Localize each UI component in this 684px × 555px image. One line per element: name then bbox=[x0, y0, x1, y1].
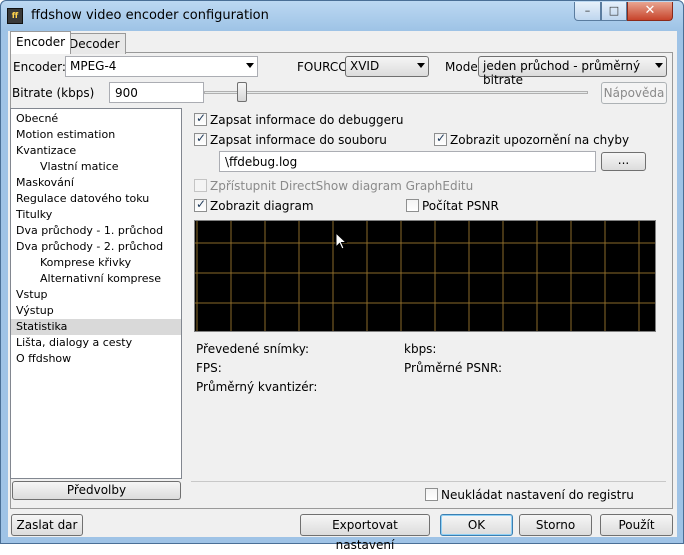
file-log-checkbox[interactable] bbox=[194, 131, 207, 146]
tree-item[interactable]: Kvantizace bbox=[11, 143, 76, 159]
tree-item-label: Kvantizace bbox=[16, 144, 77, 157]
apply-button[interactable]: Použít bbox=[600, 514, 673, 536]
browse-button[interactable]: ... bbox=[601, 152, 646, 171]
tree-item-label: Alternativní komprese bbox=[40, 272, 162, 285]
tree-item-label: Titulky bbox=[16, 208, 53, 221]
avg-psnr-label: Průměrné PSNR: bbox=[404, 361, 503, 375]
tree-item[interactable]: Dva průchody - 1. průchod bbox=[11, 223, 163, 239]
divider bbox=[191, 481, 666, 482]
app-window: ff ffdshow video encoder configuration –… bbox=[0, 0, 684, 552]
no-registry-checkbox[interactable] bbox=[425, 488, 438, 501]
donate-button[interactable]: Zaslat dar bbox=[11, 514, 83, 536]
tree-item-label: Lišta, dialogy a cesty bbox=[16, 336, 133, 349]
maximize-button[interactable]: □ bbox=[601, 2, 627, 21]
settings-tree[interactable]: Obecné Motion estimation Kvantizace Vlastní… bbox=[10, 108, 182, 479]
title-bar[interactable]: ff ffdshow video encoder configuration –… bbox=[1, 1, 683, 31]
encoder-select-value: MPEG-4 bbox=[70, 59, 117, 73]
help-button[interactable]: Nápověda bbox=[601, 82, 667, 104]
tree-item-label: Regulace datového toku bbox=[16, 192, 150, 205]
fps-label: FPS: bbox=[196, 361, 222, 375]
warnings-label: Zobrazit upozornění na chyby bbox=[450, 133, 630, 147]
frames-label: Převedené snímky: bbox=[196, 342, 310, 356]
tree-item-label: Obecné bbox=[16, 112, 59, 125]
tree-item-label: Dva průchody - 1. průchod bbox=[16, 224, 164, 237]
statistics-diagram bbox=[194, 220, 656, 332]
bitrate-slider-thumb[interactable] bbox=[237, 82, 248, 102]
tree-item[interactable]: Regulace datového toku bbox=[11, 191, 149, 207]
tree-item-label: Výstup bbox=[16, 304, 54, 317]
encoder-select[interactable]: MPEG-4 bbox=[65, 56, 258, 77]
tree-item[interactable]: Vstup bbox=[11, 287, 48, 303]
fourcc-select[interactable]: XVID bbox=[345, 56, 429, 77]
debugger-label: Zapsat informace do debuggeru bbox=[210, 113, 404, 127]
tree-item[interactable]: Titulky bbox=[11, 207, 52, 223]
psnr-label: Počítat PSNR bbox=[422, 199, 499, 213]
export-settings-button[interactable]: Exportovat nastavení bbox=[300, 514, 430, 552]
tree-item-label: O ffdshow bbox=[16, 352, 72, 365]
bitrate-slider-track[interactable] bbox=[204, 91, 588, 94]
tree-item[interactable]: Statistika bbox=[11, 319, 181, 335]
tree-item-label: Motion estimation bbox=[16, 128, 116, 141]
minimize-button[interactable]: – bbox=[574, 2, 601, 21]
diagram-grid bbox=[195, 221, 655, 331]
kbps-label: kbps: bbox=[404, 342, 437, 356]
avg-quantizer-label: Průměrný kvantizér: bbox=[196, 380, 318, 394]
tree-item[interactable]: Maskování bbox=[11, 175, 74, 191]
tree-item-label: Statistika bbox=[16, 320, 68, 333]
tree-item[interactable]: Výstup bbox=[11, 303, 54, 319]
mouse-cursor-icon bbox=[335, 232, 348, 250]
tab-encoder[interactable]: Encoder bbox=[10, 31, 72, 54]
tree-item[interactable]: Alternativní komprese bbox=[11, 271, 161, 287]
mode-select[interactable]: jeden průchod - průměrný bitrate bbox=[478, 56, 667, 87]
tree-item[interactable]: Vlastní matice bbox=[11, 159, 119, 175]
chevron-down-icon bbox=[417, 63, 425, 68]
no-registry-label: Neukládat nastavení do registru bbox=[441, 488, 634, 502]
psnr-checkbox[interactable] bbox=[406, 199, 419, 212]
mode-label: Mode: bbox=[445, 60, 482, 74]
ok-button[interactable]: OK bbox=[440, 514, 513, 536]
graphedit-label: Zpřístupnit DirectShow diagram GraphEdit… bbox=[210, 179, 474, 193]
tree-item-label: Maskování bbox=[16, 176, 74, 189]
close-button[interactable]: ✕ bbox=[627, 2, 673, 21]
chevron-down-icon bbox=[246, 63, 254, 68]
cancel-button[interactable]: Storno bbox=[519, 514, 592, 536]
chevron-down-icon bbox=[655, 63, 663, 68]
tree-item[interactable]: Obecné bbox=[11, 111, 58, 127]
show-diagram-label: Zobrazit diagram bbox=[210, 199, 314, 213]
encoder-label: Encoder: bbox=[13, 60, 66, 74]
file-log-label: Zapsat informace do souboru bbox=[210, 133, 387, 147]
tree-item-label: Dva průchody - 2. průchod bbox=[16, 240, 164, 253]
dialog-client: Encoder Decoder Encoder: MPEG-4 FOURCC: … bbox=[8, 31, 677, 552]
fourcc-label: FOURCC: bbox=[297, 60, 351, 74]
log-file-path-input[interactable]: \ffdebug.log bbox=[219, 151, 596, 172]
fourcc-select-value: XVID bbox=[350, 59, 380, 73]
bitrate-input[interactable]: 900 bbox=[109, 82, 204, 103]
tab-decoder[interactable]: Decoder bbox=[63, 33, 126, 54]
tree-item[interactable]: Komprese křivky bbox=[11, 255, 131, 271]
tree-item[interactable]: Dva průchody - 2. průchod bbox=[11, 239, 163, 255]
presets-button[interactable]: Předvolby bbox=[12, 481, 181, 500]
tree-item-label: Vlastní matice bbox=[40, 160, 119, 173]
bitrate-label: Bitrate (kbps) bbox=[12, 86, 95, 100]
tree-item-label: Vstup bbox=[16, 288, 48, 301]
debugger-checkbox[interactable] bbox=[194, 111, 207, 126]
warnings-checkbox[interactable] bbox=[434, 131, 447, 146]
window-title: ffdshow video encoder configuration bbox=[31, 8, 269, 23]
tree-item[interactable]: Lišta, dialogy a cesty bbox=[11, 335, 132, 351]
show-diagram-checkbox[interactable] bbox=[194, 197, 207, 212]
tree-item-label: Komprese křivky bbox=[40, 256, 132, 269]
tree-item[interactable]: Motion estimation bbox=[11, 127, 115, 143]
tree-item[interactable]: O ffdshow bbox=[11, 351, 71, 367]
graphedit-checkbox[interactable] bbox=[194, 179, 207, 192]
ffdshow-app-icon[interactable]: ff bbox=[7, 8, 23, 24]
